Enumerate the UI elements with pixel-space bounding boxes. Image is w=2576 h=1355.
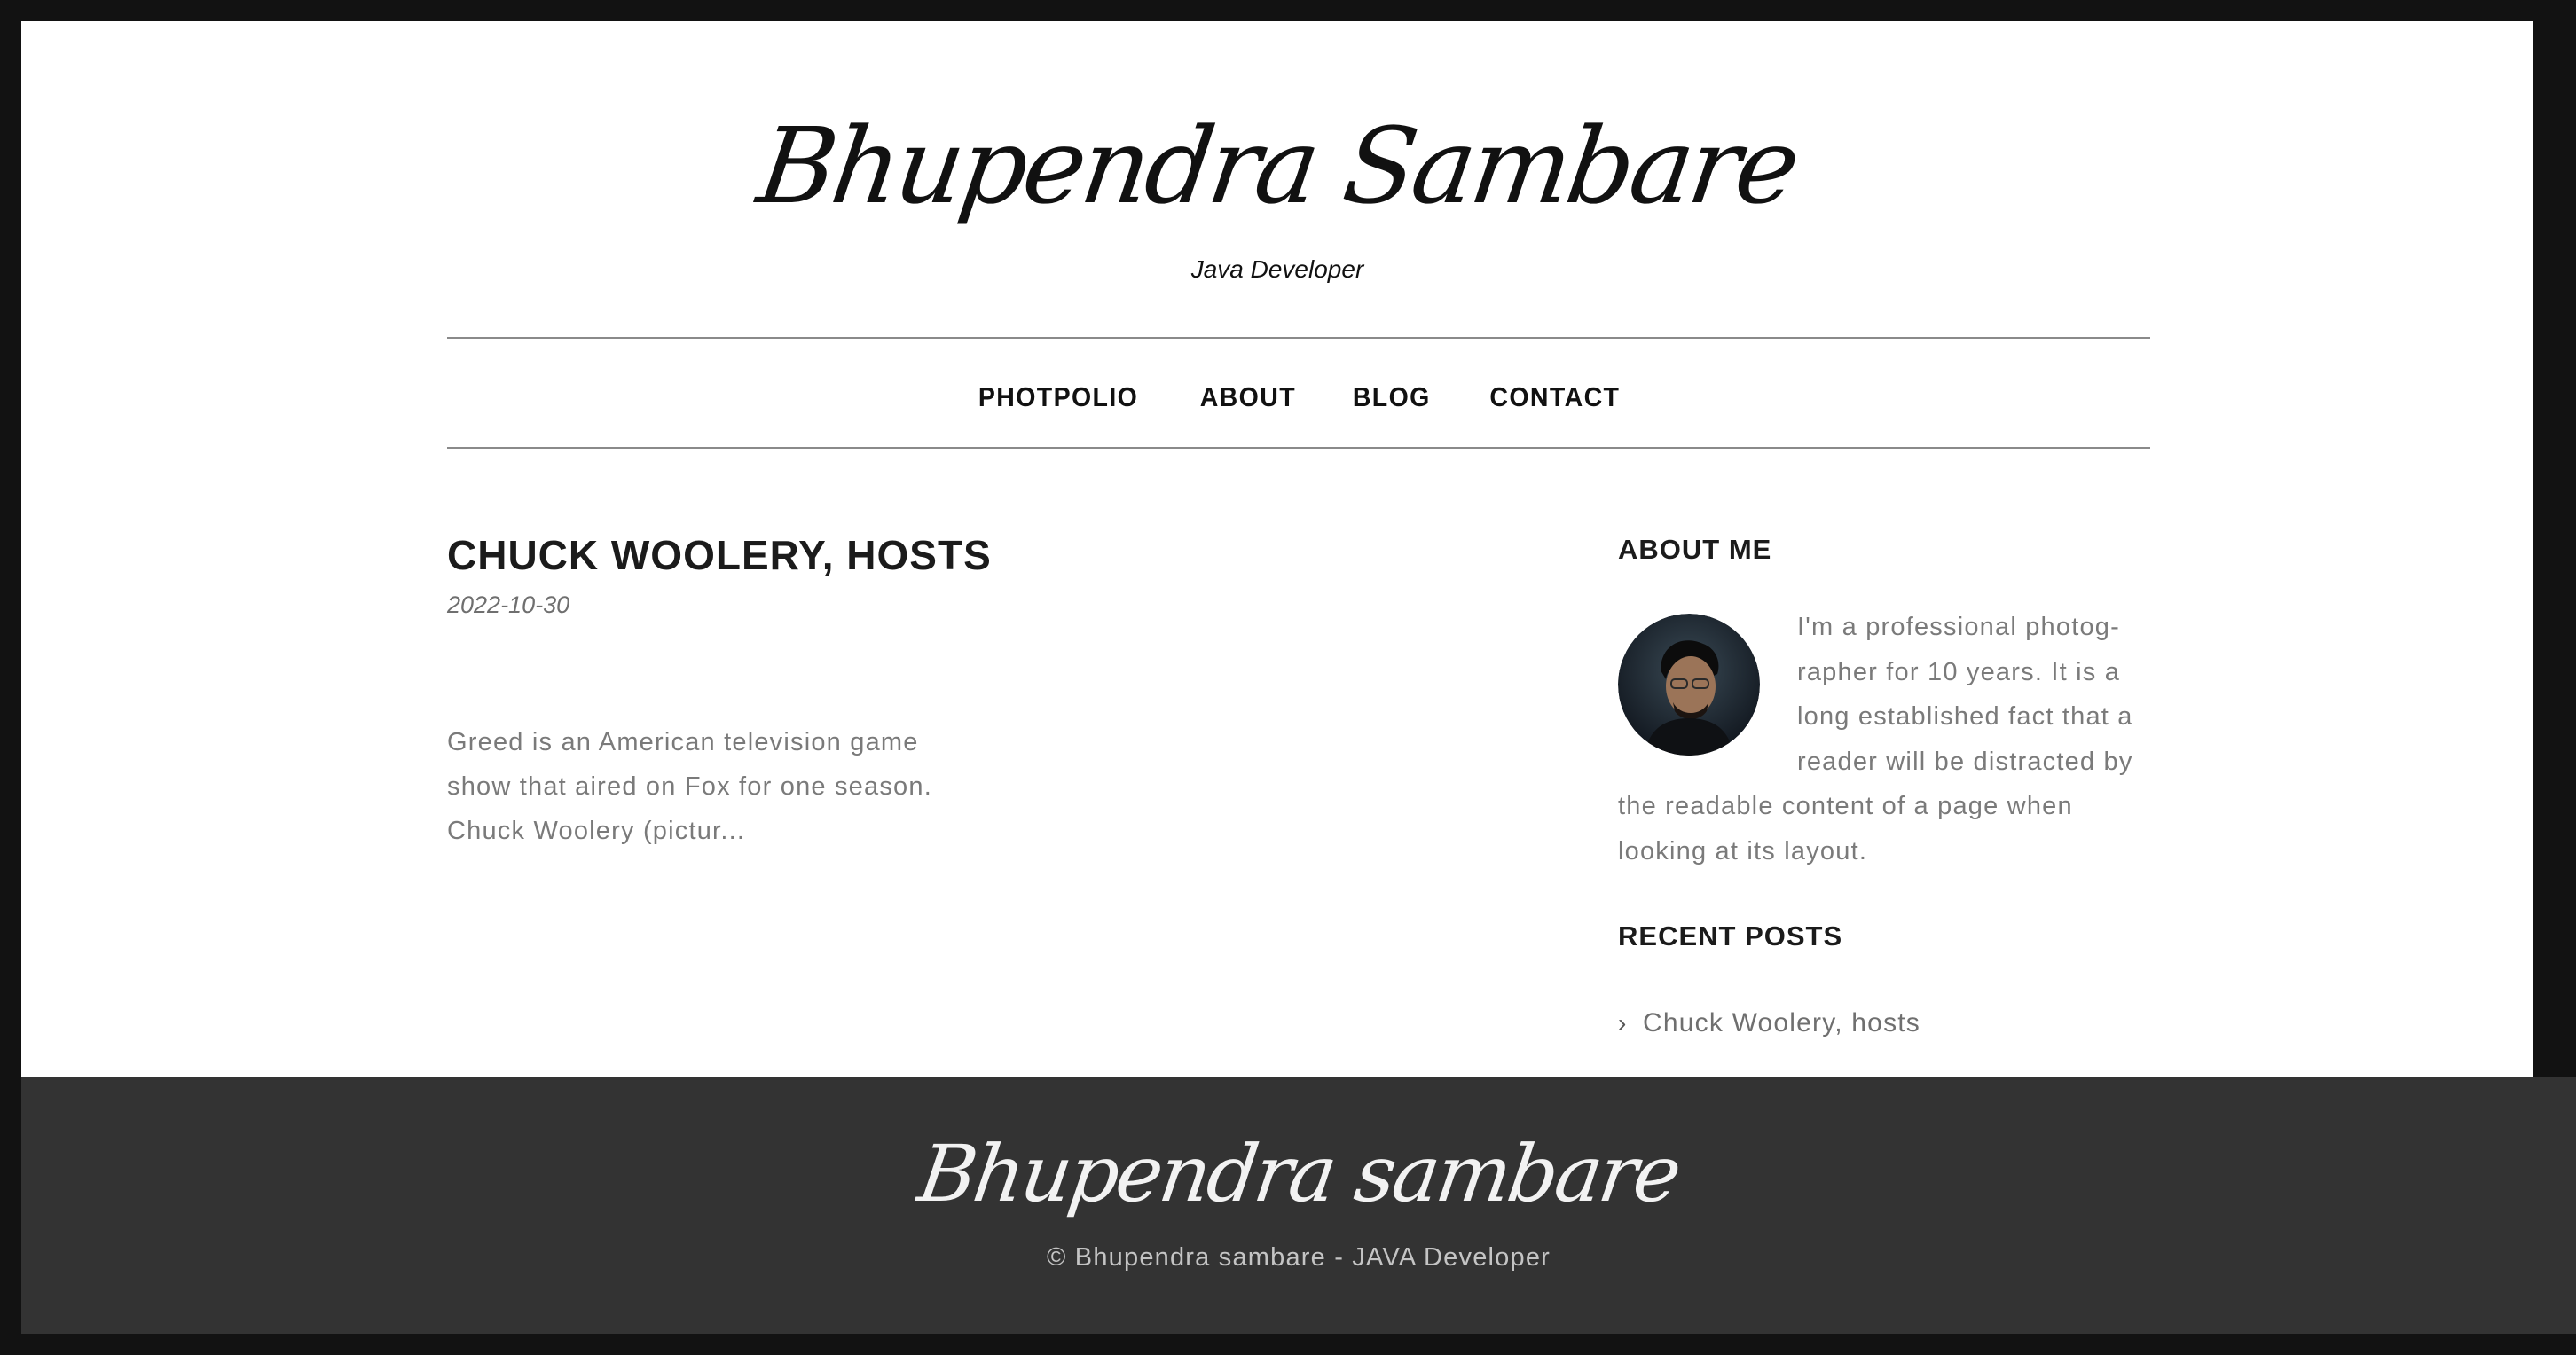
nav-item-photpolio[interactable]: PHOTPOLIO bbox=[978, 376, 1138, 419]
site-footer: Bhupendra sambare © Bhupendra sambare - … bbox=[21, 1077, 2576, 1334]
recent-post-link[interactable]: Chuck Woolery, hosts bbox=[1643, 1006, 1920, 1041]
site-subtitle: Java Developer bbox=[1190, 255, 1364, 283]
nav-item-contact[interactable]: CONTACT bbox=[1489, 376, 1620, 419]
recent-posts-list: › Chuck Woolery, hosts bbox=[1618, 1006, 1920, 1041]
about-me-heading: ABOUT ME bbox=[1618, 534, 1772, 565]
post-title[interactable]: CHUCK WOOLERY, HOSTS bbox=[447, 530, 992, 580]
profile-avatar bbox=[1618, 614, 1760, 756]
chevron-right-icon: › bbox=[1618, 1009, 1628, 1037]
footer-copyright: © Bhupendra sambare - JAVA Developer bbox=[1046, 1243, 1551, 1272]
nav-divider-top bbox=[447, 337, 2150, 339]
main-nav: PHOTPOLIO ABOUT BLOG CONTACT bbox=[447, 376, 2150, 419]
footer-logo[interactable]: Bhupendra sambare bbox=[14, 1121, 2576, 1227]
site-title[interactable]: Bhupendra Sambare bbox=[12, 99, 2542, 232]
post-excerpt: Greed is an American television game sho… bbox=[447, 728, 932, 845]
nav-item-blog[interactable]: BLOG bbox=[1353, 376, 1431, 419]
recent-posts-heading: RECENT POSTS bbox=[1618, 920, 1843, 952]
page-container: Bhupendra Sambare Java Developer PHOTPOL… bbox=[21, 21, 2533, 1077]
nav-item-about[interactable]: ABOUT bbox=[1199, 376, 1295, 419]
about-me-widget: I'm a professional photog­rapher for 10 … bbox=[1618, 605, 2157, 873]
post-date: 2022-10-30 bbox=[447, 591, 570, 618]
nav-divider-bottom bbox=[447, 447, 2150, 449]
recent-post-item[interactable]: › Chuck Woolery, hosts bbox=[1618, 1006, 1920, 1041]
